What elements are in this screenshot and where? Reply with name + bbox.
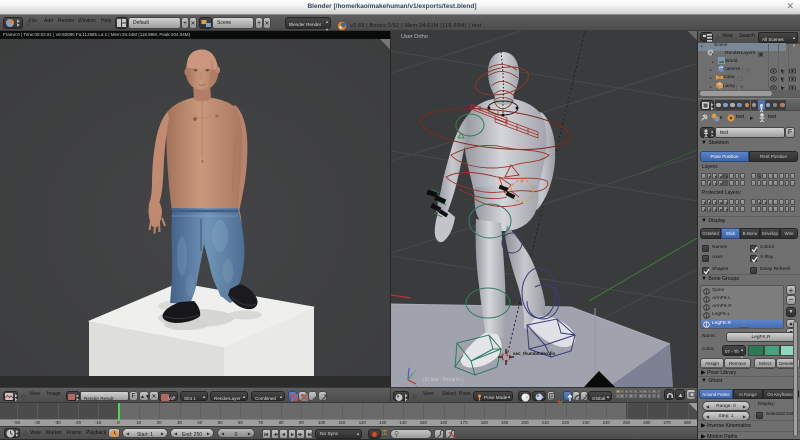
- svg-text:y: y: [414, 368, 416, 373]
